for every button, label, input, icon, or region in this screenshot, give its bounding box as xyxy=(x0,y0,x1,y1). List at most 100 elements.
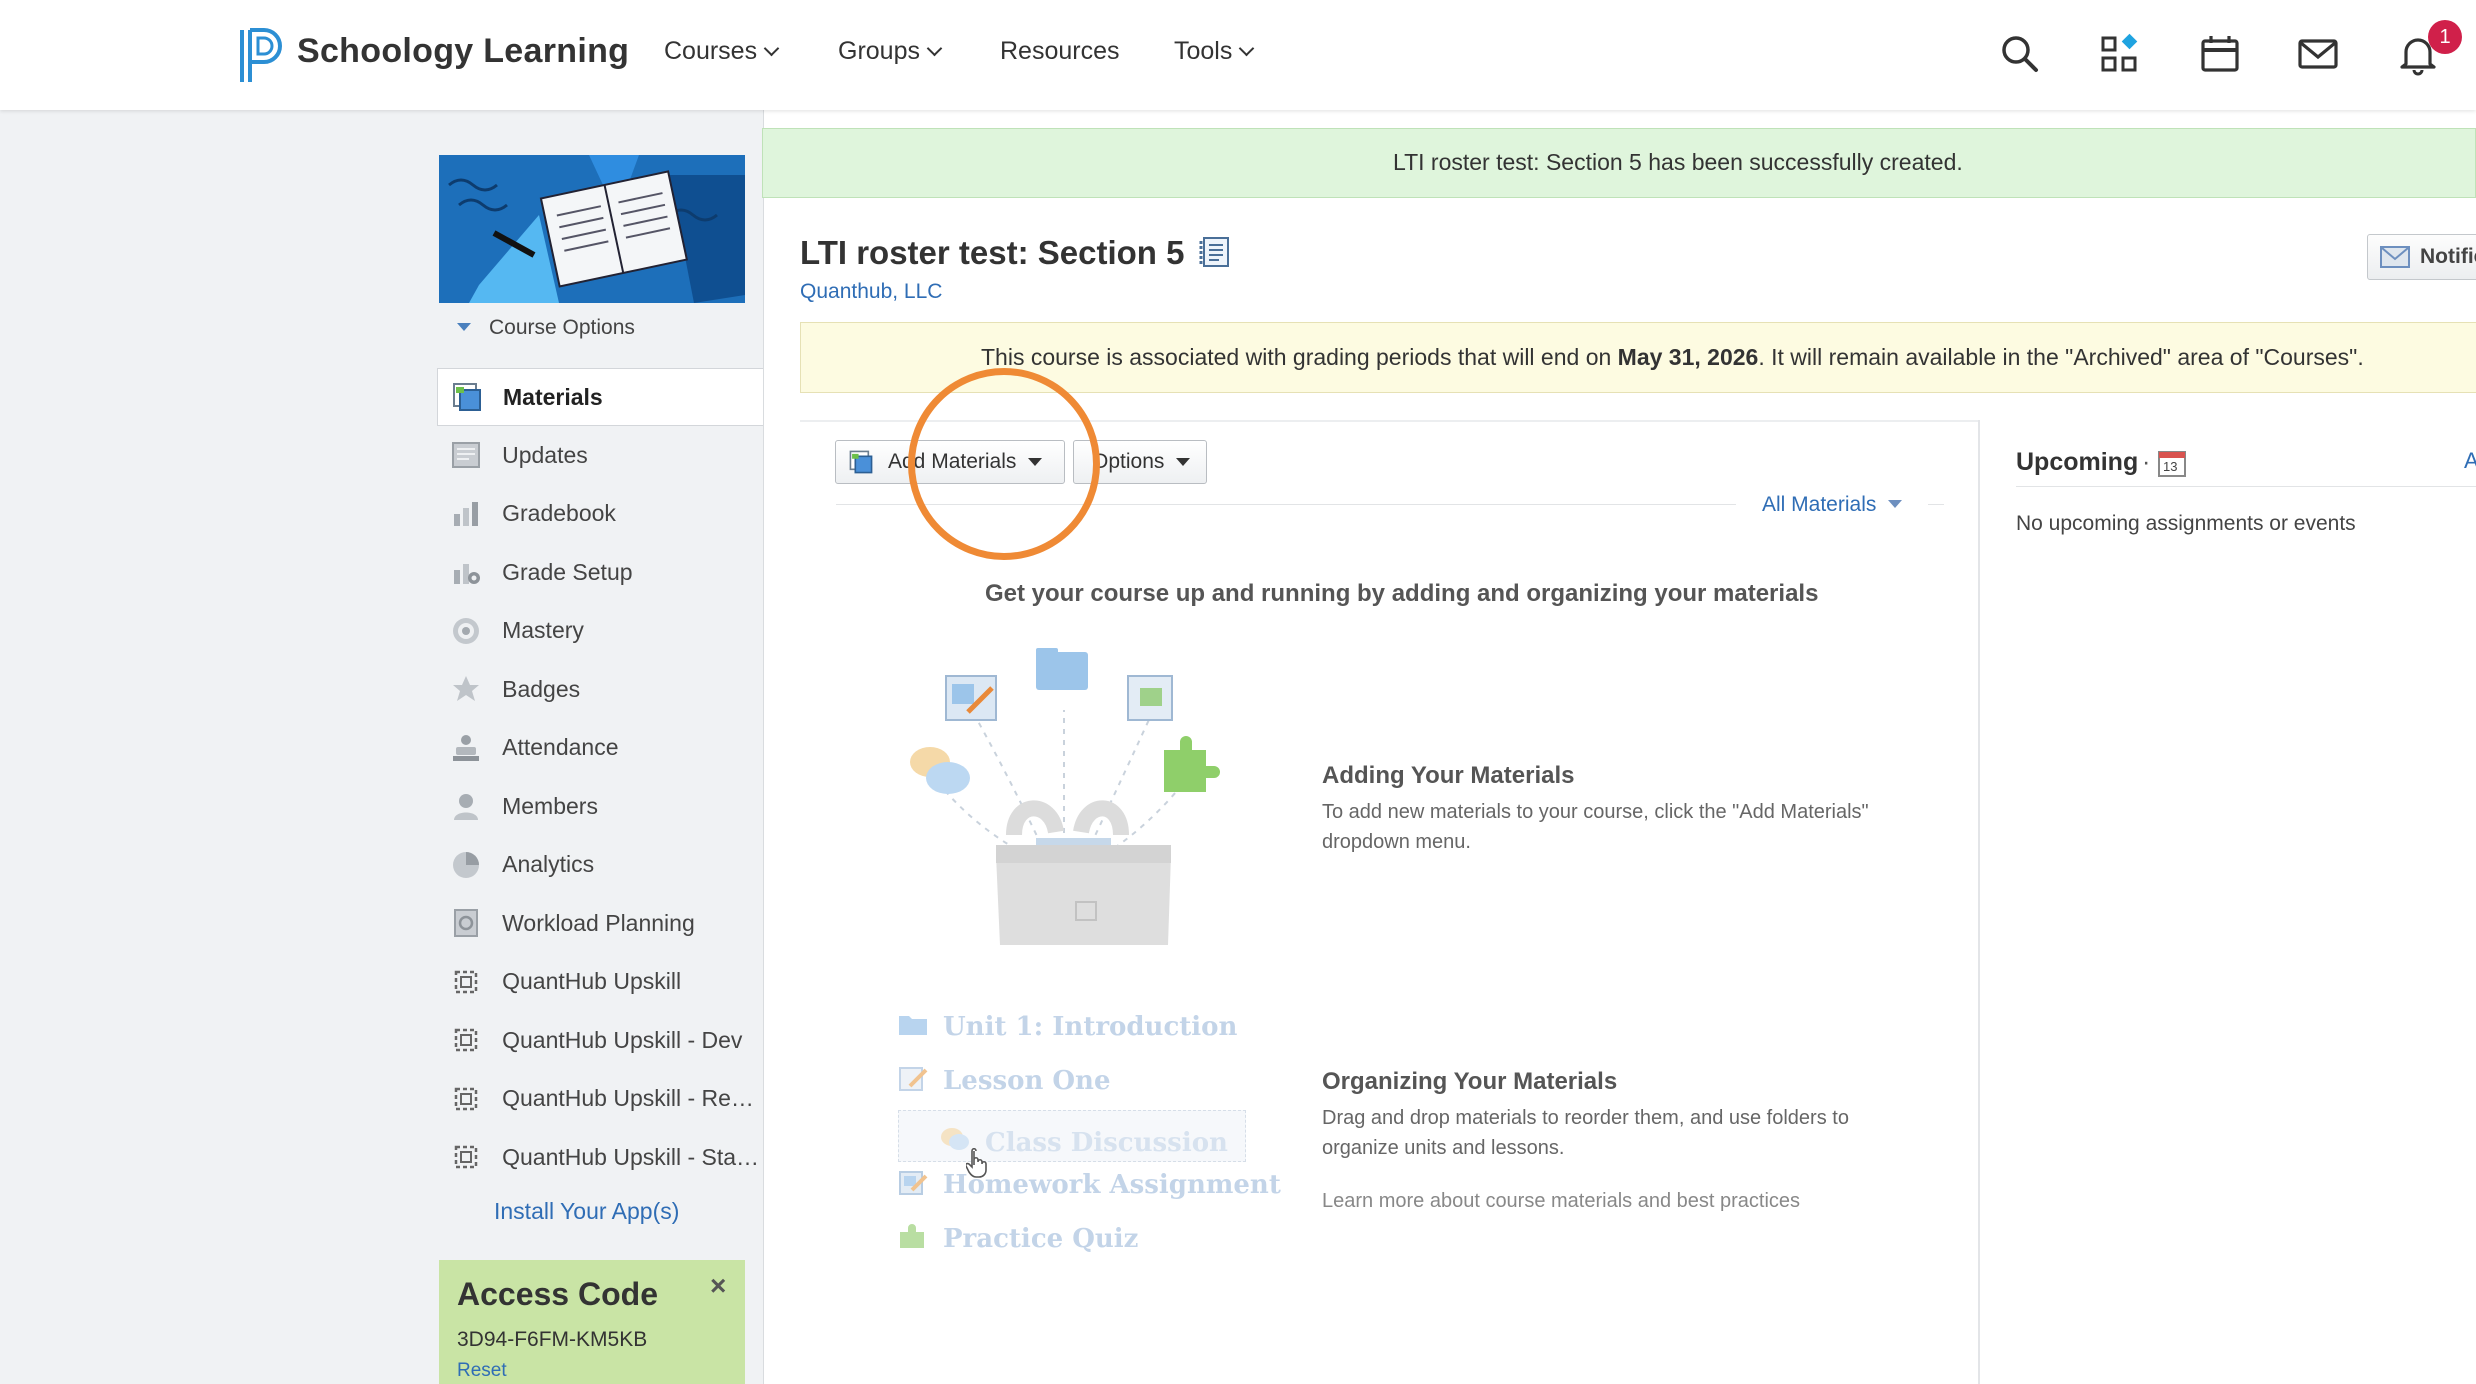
calendar-icon[interactable]: 13 xyxy=(2157,448,2187,478)
gradebook-icon xyxy=(449,497,482,531)
chevron-down-icon xyxy=(763,40,780,57)
caret-down-icon xyxy=(1176,458,1191,466)
organization-link[interactable]: Quanthub, LLC xyxy=(800,280,942,304)
sidebar-item-analytics[interactable]: Analytics xyxy=(437,836,765,895)
sidebar-item-materials[interactable]: Materials xyxy=(437,368,765,426)
sidebar-item-label: Members xyxy=(502,792,598,819)
access-code-panel: Access Code × 3D94-F6FM-KM5KB Reset xyxy=(439,1260,745,1384)
course-title-text: LTI roster test: Section 5 xyxy=(800,234,1185,271)
caret-down-icon xyxy=(457,323,471,331)
nav-resources[interactable]: Resources xyxy=(1000,37,1120,66)
app-puzzle-icon xyxy=(449,1023,482,1057)
sidebar-item-workload-planning[interactable]: Workload Planning xyxy=(437,894,765,953)
caret-down-icon xyxy=(1888,500,1903,508)
close-icon[interactable]: × xyxy=(710,1270,726,1302)
upcoming-add-link[interactable]: A xyxy=(2464,448,2476,474)
nav-tools-label: Tools xyxy=(1174,37,1233,65)
notifications-button[interactable]: Notifications xyxy=(2367,234,2476,280)
adding-materials-body: To add new materials to your course, cli… xyxy=(1322,801,1869,853)
sidebar-item-label: QuantHub Upskill xyxy=(502,968,682,995)
updates-icon xyxy=(449,438,482,472)
install-apps-link[interactable]: Install Your App(s) xyxy=(494,1198,679,1225)
nav-groups-label: Groups xyxy=(838,37,920,65)
all-materials-label: All Materials xyxy=(1762,493,1877,516)
sidebar-item-attendance[interactable]: Attendance xyxy=(437,719,765,778)
sidebar-item-label: Materials xyxy=(503,383,603,410)
search-icon[interactable] xyxy=(1998,32,2042,76)
course-info-icon[interactable] xyxy=(1198,235,1232,269)
divider xyxy=(2016,486,2476,487)
sidebar-item-label: Grade Setup xyxy=(502,558,633,585)
chevron-down-icon xyxy=(1239,40,1255,57)
page-title: LTI roster test: Section 5 xyxy=(800,234,1232,272)
sidebar-item-label: Updates xyxy=(502,441,588,468)
sidebar-item-label: QuantHub Upskill - Revie... xyxy=(502,1085,765,1112)
success-message-bar: LTI roster test: Section 5 has been succ… xyxy=(762,128,2476,198)
learn-more-link[interactable]: Learn more about course materials and be… xyxy=(1322,1190,1800,1213)
sidebar-item-badges[interactable]: Badges xyxy=(437,660,765,719)
upcoming-separator: · xyxy=(2142,448,2151,476)
course-options-toggle[interactable]: Course Options xyxy=(457,316,635,340)
grading-end-date: May 31, 2026 xyxy=(1617,344,1759,370)
demo-item-homework: Homework Assignment xyxy=(943,1170,1281,1200)
grade-setup-icon xyxy=(449,555,482,589)
sidebar-item-quanthub-upskill-staging[interactable]: QuantHub Upskill - Stagi... xyxy=(437,1128,765,1187)
app-puzzle-icon xyxy=(449,1082,482,1116)
workload-icon xyxy=(449,906,482,940)
sidebar-item-updates[interactable]: Updates xyxy=(437,426,765,485)
success-message: LTI roster test: Section 5 has been succ… xyxy=(1393,149,1963,175)
sidebar-item-label: Workload Planning xyxy=(502,909,695,936)
sidebar-item-label: Badges xyxy=(502,675,581,702)
empty-state-headline: Get your course up and running by adding… xyxy=(985,580,1819,607)
calendar-day-number: 13 xyxy=(2163,459,2178,474)
mastery-icon xyxy=(449,614,482,648)
reset-access-code-link[interactable]: Reset xyxy=(457,1360,507,1382)
calendar-icon[interactable] xyxy=(2198,32,2242,76)
nav-groups[interactable]: Groups xyxy=(838,37,943,66)
sidebar-item-quanthub-upskill-dev[interactable]: QuantHub Upskill - Dev xyxy=(437,1011,765,1070)
mail-icon[interactable] xyxy=(2296,32,2340,76)
app-puzzle-icon xyxy=(449,1140,482,1174)
tutorial-highlight-ring xyxy=(908,368,1100,560)
sidebar-item-gradebook[interactable]: Gradebook xyxy=(437,485,765,544)
grading-notice-text-end: . It will remain available in the "Archi… xyxy=(1758,344,2364,370)
all-materials-filter[interactable]: All Materials xyxy=(1756,493,1909,517)
page-icon xyxy=(899,1067,928,1091)
access-code-value: 3D94-F6FM-KM5KB xyxy=(457,1328,648,1351)
sidebar-item-mastery[interactable]: Mastery xyxy=(437,602,765,661)
course-options-label: Course Options xyxy=(489,316,635,339)
grading-notice-text: This course is associated with grading p… xyxy=(981,344,1618,370)
toolbox-illustration xyxy=(910,648,1220,945)
attendance-icon xyxy=(449,731,482,765)
notification-count-badge: 1 xyxy=(2428,20,2462,54)
sidebar-item-quanthub-upskill-review[interactable]: QuantHub Upskill - Revie... xyxy=(437,1070,765,1129)
members-icon xyxy=(449,789,482,823)
course-nav-list: Materials Updates Gradebook Grade Setup … xyxy=(437,368,765,1187)
divider xyxy=(1978,420,1980,1384)
nav-courses[interactable]: Courses xyxy=(664,37,780,66)
demo-item-quiz: Practice Quiz xyxy=(943,1224,1139,1254)
sidebar-item-grade-setup[interactable]: Grade Setup xyxy=(437,543,765,602)
no-upcoming-message: No upcoming assignments or events xyxy=(2016,512,2356,535)
sidebar-item-label: Mastery xyxy=(502,617,584,644)
course-banner-illustration xyxy=(439,155,745,303)
sidebar-item-members[interactable]: Members xyxy=(437,777,765,836)
nav-resources-label: Resources xyxy=(1000,37,1120,65)
course-banner-image[interactable] xyxy=(439,155,745,303)
nav-tools[interactable]: Tools xyxy=(1174,37,1255,66)
top-navigation-bar: Schoology Learning Courses Groups Resour… xyxy=(0,0,2476,110)
analytics-icon xyxy=(449,848,482,882)
sidebar-item-label: Analytics xyxy=(502,851,595,878)
schoology-logo-icon[interactable] xyxy=(238,26,284,84)
nav-courses-label: Courses xyxy=(664,37,758,65)
sidebar-item-label: QuantHub Upskill - Dev xyxy=(502,1026,743,1053)
brand-name[interactable]: Schoology Learning xyxy=(297,32,629,71)
access-code-title: Access Code xyxy=(457,1276,658,1312)
demo-item-discussion: Class Discussion xyxy=(985,1128,1228,1158)
materials-icon xyxy=(450,380,483,414)
demo-item-unit: Unit 1: Introduction xyxy=(943,1012,1238,1042)
apps-grid-icon[interactable] xyxy=(2098,32,2142,76)
sidebar-item-quanthub-upskill[interactable]: QuantHub Upskill xyxy=(437,953,765,1012)
app-puzzle-icon xyxy=(449,965,482,999)
quiz-puzzle-icon xyxy=(900,1224,924,1248)
